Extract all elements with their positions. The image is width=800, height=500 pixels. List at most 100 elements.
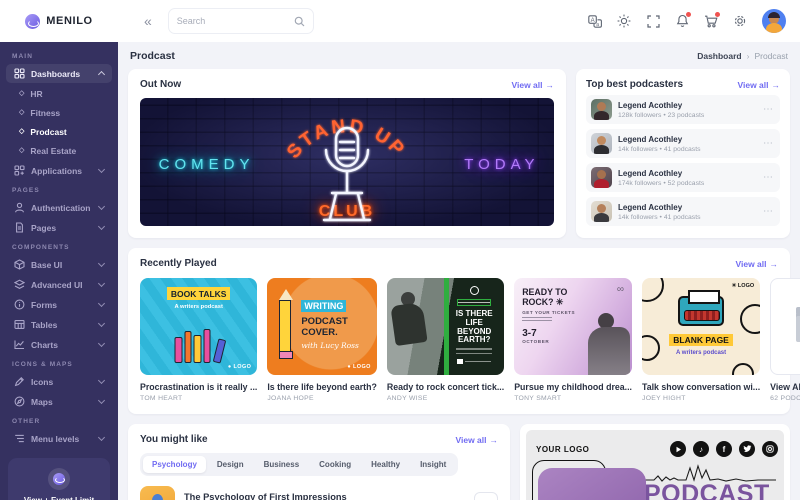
podcaster-avatar bbox=[591, 99, 612, 120]
podcaster-avatar bbox=[591, 167, 612, 188]
episode-thumbnail bbox=[140, 486, 175, 500]
sidebar-item-prodcast[interactable]: ◇Prodcast bbox=[6, 122, 112, 141]
promo-logo-icon bbox=[48, 468, 70, 490]
sidebar-item-icons[interactable]: Icons bbox=[6, 372, 112, 391]
settings-gear-icon[interactable] bbox=[733, 14, 747, 28]
sidebar-item-label: Maps bbox=[31, 397, 53, 407]
sidebar-item-charts[interactable]: Charts bbox=[6, 335, 112, 354]
diamond-icon: ◇ bbox=[19, 109, 24, 116]
episode-row[interactable]: The Psychology of First Impressions Brai… bbox=[140, 486, 498, 500]
svg-text:A: A bbox=[591, 17, 595, 23]
sidebar-section-main: MAIN bbox=[0, 47, 118, 63]
podcast-cover-beyond-earth[interactable]: IS THERE LIFE BEYOND EARTH? bbox=[387, 278, 504, 375]
recently-played-view-all-link[interactable]: View all→ bbox=[735, 259, 778, 269]
podcaster-stats: 14k followers • 41 podcasts bbox=[618, 146, 700, 153]
podcaster-row[interactable]: Legend Acothley174k followers • 52 podca… bbox=[586, 163, 780, 192]
recently-played-item[interactable]: ∞ READY TO ROCK? ✳ GET YOUR TICKETS 3-7 … bbox=[514, 278, 632, 402]
tab-insight[interactable]: Insight bbox=[411, 456, 455, 473]
sidebar-item-forms[interactable]: Forms bbox=[6, 295, 112, 314]
podcast-cover-book-talks[interactable]: BOOK TALKS A writers podcast ● LOGO bbox=[140, 278, 257, 375]
podcaster-name: Legend Acothley bbox=[618, 101, 704, 110]
podcaster-row[interactable]: Legend Acothley14k followers • 41 podcas… bbox=[586, 197, 780, 226]
sidebar-item-dashboards[interactable]: Dashboards bbox=[6, 64, 112, 83]
sidebar-item-menu-levels[interactable]: Menu levels bbox=[6, 429, 112, 448]
pen-icon bbox=[14, 376, 25, 387]
you-might-like-view-all-link[interactable]: View all→ bbox=[455, 435, 498, 445]
cover-line: READY TO bbox=[522, 287, 632, 297]
sidebar-item-label: Dashboards bbox=[31, 69, 80, 79]
podcaster-name: Legend Acothley bbox=[618, 169, 704, 178]
chevron-down-icon bbox=[98, 340, 105, 347]
cover-subtitle: A writers podcast bbox=[140, 304, 257, 310]
play-button[interactable]: ▶ bbox=[474, 492, 498, 500]
sidebar-item-pages[interactable]: Pages bbox=[6, 218, 112, 237]
podcaster-row[interactable]: Legend Acothley128k followers • 23 podca… bbox=[586, 95, 780, 124]
out-now-banner[interactable]: COMEDY TODAY CLUB STAND UP bbox=[140, 98, 554, 226]
top-podcasters-title: Top best podcasters bbox=[586, 79, 683, 90]
neon-standup-text: STAND UP bbox=[283, 116, 410, 163]
more-options-icon[interactable]: ⋯ bbox=[763, 172, 773, 183]
tab-psychology[interactable]: Psychology bbox=[143, 456, 206, 473]
sidebar-item-authentication[interactable]: Authentication bbox=[6, 198, 112, 217]
app-logo[interactable]: MENILO bbox=[0, 14, 118, 29]
cart-badge bbox=[715, 12, 720, 17]
search-box[interactable] bbox=[168, 8, 314, 34]
recently-played-item[interactable]: View All Recent Played 62 PODCASTS bbox=[770, 278, 800, 402]
diamond-icon: ◇ bbox=[19, 90, 24, 97]
episode-author: ANDY WISE bbox=[387, 395, 504, 402]
podcast-cover-writing[interactable]: WRITING PODCAST COVER. with Lucy Ross ● … bbox=[267, 278, 377, 375]
user-avatar[interactable] bbox=[762, 9, 786, 33]
neon-microphone-icon: STAND UP bbox=[252, 98, 442, 226]
sidebar-item-real-estate[interactable]: ◇Real Estate bbox=[6, 141, 112, 160]
arrow-right-icon: → bbox=[770, 259, 779, 269]
recently-played-item[interactable]: IS THERE LIFE BEYOND EARTH? Ready to roc… bbox=[387, 278, 504, 402]
sidebar-item-tables[interactable]: Tables bbox=[6, 315, 112, 334]
podcaster-row[interactable]: Legend Acothley14k followers • 41 podcas… bbox=[586, 129, 780, 158]
chevron-down-icon bbox=[98, 260, 105, 267]
podcast-banner-card[interactable]: YOUR LOGO ♪ f PODCAST bbox=[520, 424, 790, 500]
episode-title: Talk show conversation wi... bbox=[642, 382, 760, 392]
recently-played-card: Recently Played View all→ BOOK TALKS A w… bbox=[128, 248, 790, 414]
episode-title: View All Recent Played bbox=[770, 382, 800, 392]
view-all-recent-tile[interactable] bbox=[770, 278, 800, 375]
tab-design[interactable]: Design bbox=[208, 456, 253, 473]
theme-sun-icon[interactable] bbox=[617, 14, 631, 28]
more-options-icon[interactable]: ⋯ bbox=[763, 206, 773, 217]
cover-logo-tag: ✳ LOGO bbox=[732, 283, 754, 289]
your-logo-text: YOUR LOGO bbox=[536, 445, 589, 454]
sidebar-item-advanced-ui[interactable]: Advanced UI bbox=[6, 275, 112, 294]
more-options-icon[interactable]: ⋯ bbox=[763, 104, 773, 115]
sidebar-item-fitness[interactable]: ◇Fitness bbox=[6, 103, 112, 122]
tab-healthy[interactable]: Healthy bbox=[362, 456, 409, 473]
recently-played-item[interactable]: WRITING PODCAST COVER. with Lucy Ross ● … bbox=[267, 278, 377, 402]
recently-played-item[interactable]: BOOK TALKS A writers podcast ● LOGO Proc… bbox=[140, 278, 257, 402]
search-input[interactable] bbox=[177, 16, 294, 26]
podcaster-stats: 14k followers • 41 podcasts bbox=[618, 214, 700, 221]
podcasters-view-all-link[interactable]: View all→ bbox=[737, 80, 780, 90]
out-now-view-all-link[interactable]: View all→ bbox=[511, 80, 554, 90]
sidebar-item-applications[interactable]: Applications bbox=[6, 161, 112, 180]
social-icons: ♪ f bbox=[670, 441, 778, 457]
sidebar-item-label: Pages bbox=[31, 223, 56, 233]
chevron-down-icon bbox=[98, 166, 105, 173]
tab-business[interactable]: Business bbox=[255, 456, 309, 473]
cart-icon[interactable] bbox=[704, 14, 718, 28]
recently-played-item[interactable]: ✳ LOGO BLANK PAGE A writers podcast Talk… bbox=[642, 278, 760, 402]
notifications-bell-icon[interactable] bbox=[675, 14, 689, 28]
more-options-icon[interactable]: ⋯ bbox=[763, 138, 773, 149]
fullscreen-icon[interactable] bbox=[646, 14, 660, 28]
tab-cooking[interactable]: Cooking bbox=[310, 456, 360, 473]
language-icon[interactable]: Aa bbox=[588, 14, 602, 28]
podcast-cover-ready-to-rock[interactable]: ∞ READY TO ROCK? ✳ GET YOUR TICKETS 3-7 … bbox=[514, 278, 632, 375]
episode-author: JOEY HIGHT bbox=[642, 395, 760, 402]
podcast-cover-blank-page[interactable]: ✳ LOGO BLANK PAGE A writers podcast bbox=[642, 278, 760, 375]
episode-author: TOM HEART bbox=[140, 395, 257, 402]
pencil-illustration bbox=[279, 300, 291, 352]
sidebar-item-hr[interactable]: ◇HR bbox=[6, 84, 112, 103]
breadcrumb-dashboard[interactable]: Dashboard bbox=[697, 51, 741, 61]
sidebar-item-base-ui[interactable]: Base UI bbox=[6, 255, 112, 274]
sidebar-collapse-icon[interactable]: « bbox=[144, 14, 152, 28]
sidebar-item-maps[interactable]: Maps bbox=[6, 392, 112, 411]
episode-author: JOANA HOPE bbox=[267, 395, 377, 402]
notification-badge bbox=[686, 12, 691, 17]
